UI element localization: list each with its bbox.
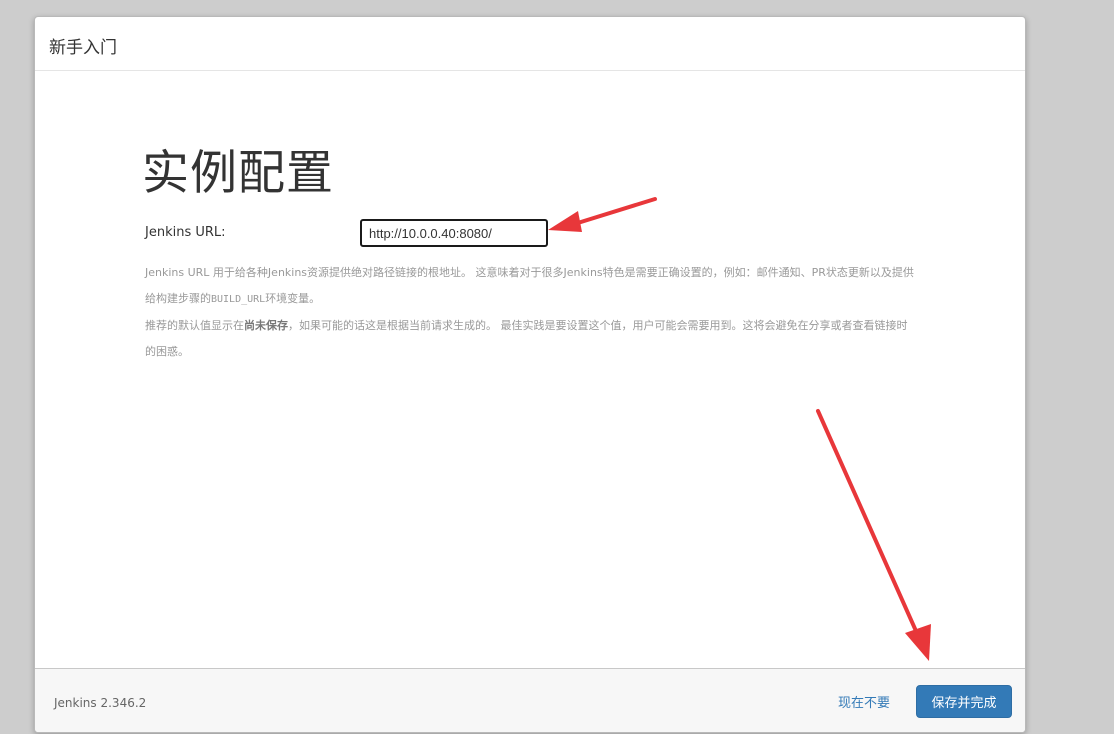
jenkins-url-label: Jenkins URL: <box>145 225 226 240</box>
help-text: Jenkins URL 用于给各种Jenkins资源提供绝对路径链接的根地址。 … <box>145 260 915 365</box>
not-saved-emphasis: 尚未保存 <box>244 319 288 332</box>
help-paragraph-2: 推荐的默认值显示在尚未保存，如果可能的话这是根据当前请求生成的。 最佳实践是要设… <box>145 313 915 365</box>
dialog-title: 新手入门 <box>49 38 117 58</box>
page-heading: 实例配置 <box>142 146 334 201</box>
help-text-2: 推荐的默认值显示在 <box>145 319 244 332</box>
build-url-code: BUILD_URL <box>211 294 266 305</box>
help-paragraph-1: Jenkins URL 用于给各种Jenkins资源提供绝对路径链接的根地址。 … <box>145 260 915 313</box>
dialog-body: 实例配置 Jenkins URL: Jenkins URL 用于给各种Jenki… <box>35 72 1025 668</box>
save-and-finish-button[interactable]: 保存并完成 <box>916 685 1012 718</box>
dialog-header: 新手入门 <box>35 17 1025 71</box>
dialog-footer: Jenkins 2.346.2 现在不要 保存并完成 <box>35 668 1025 732</box>
jenkins-url-input[interactable] <box>360 219 548 247</box>
jenkins-version: Jenkins 2.346.2 <box>54 696 147 710</box>
setup-wizard-dialog: 新手入门 实例配置 Jenkins URL: Jenkins URL 用于给各种… <box>34 16 1026 733</box>
skip-button[interactable]: 现在不要 <box>838 692 890 711</box>
help-text-1-end: 环境变量。 <box>265 292 321 305</box>
